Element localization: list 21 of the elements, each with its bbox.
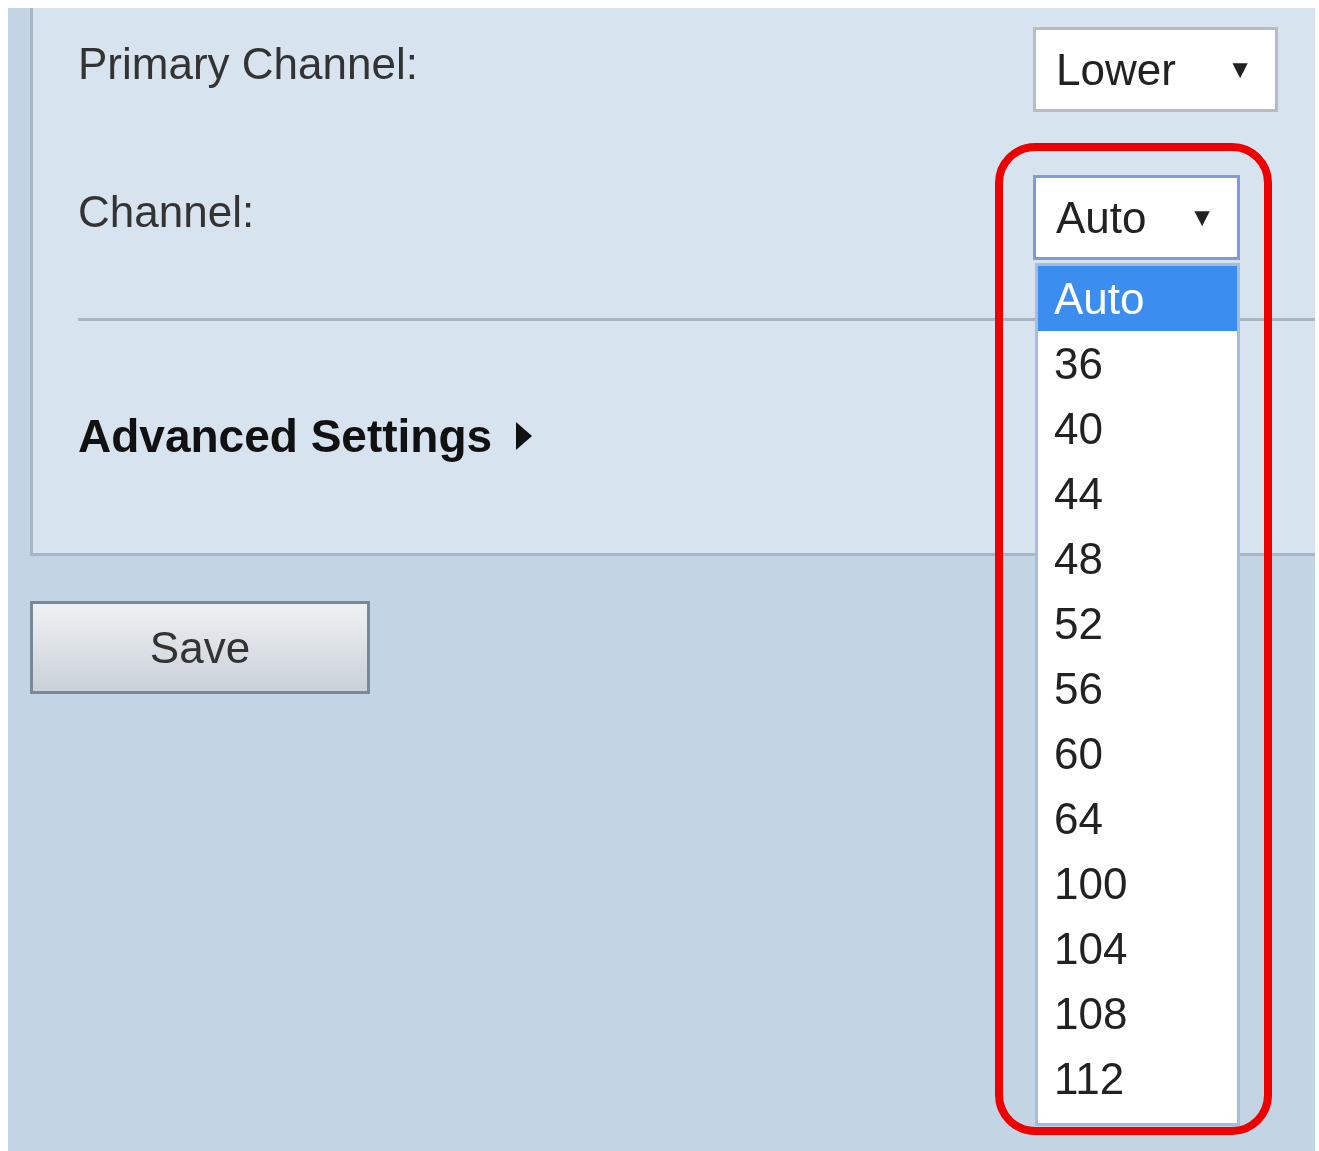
dropdown-option[interactable]: 108: [1038, 981, 1237, 1046]
advanced-settings-link[interactable]: Advanced Settings: [78, 409, 533, 463]
dropdown-option[interactable]: 36: [1038, 331, 1237, 396]
dropdown-option[interactable]: 40: [1038, 396, 1237, 461]
save-button[interactable]: Save: [30, 601, 370, 694]
dropdown-option[interactable]: 112: [1038, 1046, 1237, 1111]
dropdown-option[interactable]: 48: [1038, 526, 1237, 591]
caret-icon: ▼: [1227, 54, 1253, 85]
dropdown-option[interactable]: 104: [1038, 916, 1237, 981]
field-label: Channel:: [78, 186, 256, 238]
dropdown[interactable]: Auto ▼: [1033, 175, 1240, 260]
field-label: Primary Channel:: [78, 38, 419, 90]
dropdown[interactable]: Lower ▼: [1033, 27, 1278, 112]
dropdown-option[interactable]: 60: [1038, 721, 1237, 786]
expand-arrow-icon: [516, 422, 533, 450]
dropdown-option[interactable]: 56: [1038, 656, 1237, 721]
dropdown-option[interactable]: 44: [1038, 461, 1237, 526]
dropdown-option[interactable]: 52: [1038, 591, 1237, 656]
dropdown-option[interactable]: 100: [1038, 851, 1237, 916]
dropdown-option[interactable]: 64: [1038, 786, 1237, 851]
caret-icon: ▼: [1189, 202, 1215, 233]
